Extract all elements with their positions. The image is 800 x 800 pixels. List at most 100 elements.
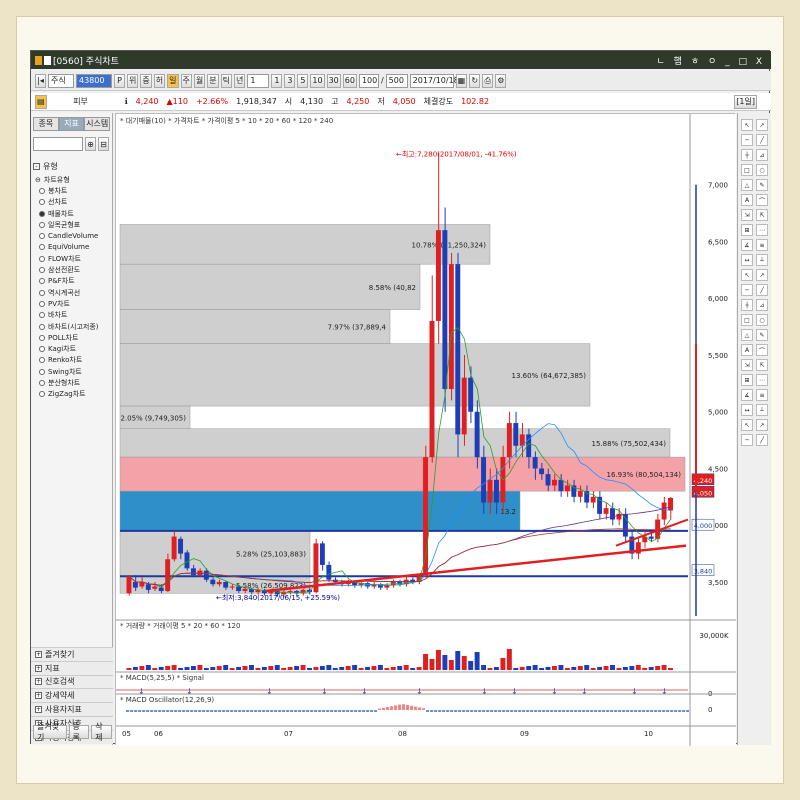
drawing-tool-icon[interactable]: ○ [756,314,768,326]
tree-group[interactable]: ⊖ 차트유형 [35,174,112,185]
expand-icon[interactable]: + [35,664,42,672]
chart-type-item[interactable]: 삼선전환도 [39,264,112,275]
expand-icon[interactable]: + [35,650,42,658]
drawing-tool-icon[interactable]: ⇲ [741,209,753,221]
drawing-tool-icon[interactable]: □ [741,164,753,176]
radio-icon[interactable] [39,267,45,274]
market-select[interactable]: 주식 [48,73,74,88]
stock-code-input[interactable]: 43800 [76,73,112,88]
tree-collapse-icon[interactable]: - [33,163,40,170]
search-button[interactable]: P [114,73,125,88]
chart-type-item[interactable]: 봉차트 [39,185,112,196]
radio-icon[interactable] [39,233,45,240]
drawing-tool-icon[interactable]: ↔ [741,404,753,416]
drawing-tool-icon[interactable]: ✎ [756,329,768,341]
drawing-tool-icon[interactable]: ↖ [741,269,753,281]
drawing-tool-icon[interactable]: ⋯ [756,374,768,386]
chart-type-item[interactable]: Kagi차트 [39,343,112,354]
week-button[interactable]: 주 [180,73,192,88]
radio-icon[interactable] [39,379,45,386]
price-chart[interactable]: 10.78% (51,250,324) 8.58% (40,82 7.97% (37… [116,114,736,746]
day-button[interactable]: 일 [167,73,179,88]
radio-icon[interactable] [39,244,45,251]
drawing-tool-icon[interactable]: ○ [756,164,768,176]
drawing-tool-icon[interactable]: ⇱ [756,209,768,221]
chart-type-item[interactable]: 일목균형표 [39,219,112,230]
chart-type-item[interactable]: PV차트 [39,298,112,309]
min-5-button[interactable]: 5 [297,73,309,88]
min-60-button[interactable]: 60 [342,73,357,88]
radio-icon[interactable] [39,187,45,194]
drawing-tool-icon[interactable]: ⇱ [756,359,768,371]
drawing-tool-icon[interactable]: ⊿ [756,299,768,311]
chart-type-item[interactable]: 역시계곡선 [39,287,112,298]
expand-icon[interactable]: + [35,706,42,714]
minute-button[interactable]: 분 [207,73,219,88]
calendar-icon[interactable]: ▦ [455,73,468,88]
indicator-group[interactable]: + 사용자지표 [31,702,113,716]
tab-system[interactable]: 시스템 [84,117,111,131]
indicator-group[interactable]: + 즐겨찾기 [31,647,113,661]
drawing-tool-icon[interactable]: ⌒ [756,194,768,206]
radio-icon[interactable] [39,278,45,285]
min-10-button[interactable]: 10 [310,73,325,88]
radio-icon[interactable] [39,357,45,364]
drawing-tool-icon[interactable]: ⊞ [741,374,753,386]
drawing-tool-icon[interactable]: ↗ [756,269,768,281]
drawing-tool-icon[interactable]: ≡ [756,389,768,401]
chart-type-item[interactable]: 선차트 [39,197,112,208]
drawing-tool-icon[interactable]: ╱ [756,284,768,296]
year-button[interactable]: 년 [234,73,246,88]
period-n-select[interactable]: 1 [247,73,270,88]
chart-area[interactable]: 10.78% (51,250,324) 8.58% (40,82 7.97% (37… [115,113,736,746]
drawing-tool-icon[interactable]: ≡ [756,239,768,251]
chart-type-item[interactable]: ZigZag차트 [39,389,112,400]
drawing-tool-icon[interactable]: ⟂ [756,404,768,416]
tab-stock[interactable]: 종목 [33,117,59,131]
indicator-search-input[interactable] [33,137,83,151]
drawing-tool-icon[interactable]: ⟂ [756,254,768,266]
expand-icon[interactable]: + [35,692,42,700]
date-input[interactable]: 2017/10/18 [409,73,459,88]
indicator-group[interactable]: + 지표 [31,660,113,675]
delete-button[interactable]: 삭제 [91,722,112,742]
chart-type-item[interactable]: 분산형차트 [39,377,112,388]
min-3-button[interactable]: 3 [284,73,296,88]
chart-type-item[interactable]: P&F차트 [39,276,112,287]
count-total[interactable]: 500 [385,73,408,88]
chart-type-item[interactable]: Renko차트 [39,355,112,366]
print-icon[interactable]: ⎙ [482,73,494,88]
drawing-tool-icon[interactable]: ⋯ [756,224,768,236]
drawing-tool-icon[interactable]: ╱ [756,134,768,146]
button-heo[interactable]: 허 [153,73,166,88]
radio-icon[interactable] [39,221,45,228]
drawing-tool-icon[interactable]: ⇲ [741,359,753,371]
market-select-icon[interactable]: |◂ [35,73,46,88]
radio-icon[interactable] [39,368,45,375]
radio-icon[interactable] [39,334,45,341]
count-input[interactable]: 100 [358,73,379,88]
min-30-button[interactable]: 30 [326,73,341,88]
chart-type-item[interactable]: 바차트(시고저종) [39,321,112,332]
drawing-tool-icon[interactable]: △ [741,179,753,191]
favorites-footer-tab[interactable]: 즐겨찾기 [33,722,67,742]
drawing-tool-icon[interactable]: ↗ [756,419,768,431]
drawing-tool-icon[interactable]: ─ [741,284,753,296]
drawing-tool-icon[interactable]: ┼ [741,149,753,161]
chart-type-item[interactable]: CandleVolume [39,230,112,241]
drawing-tool-icon[interactable]: ↗ [756,119,768,131]
period-end-button[interactable]: [1일] [734,94,757,109]
settings-icon[interactable]: ⚙ [495,73,507,88]
quote-menu-icon[interactable]: ▤ [35,94,47,109]
chart-type-item[interactable]: EquiVolume [39,242,112,253]
drawing-tool-icon[interactable]: ∡ [741,389,753,401]
drawing-tool-icon[interactable]: ↔ [741,254,753,266]
drawing-tool-icon[interactable]: ┼ [741,299,753,311]
drawing-tool-icon[interactable]: ─ [741,134,753,146]
drawing-tool-icon[interactable]: ∡ [741,239,753,251]
window-controls[interactable]: ㄴ 햄 ㅎ ㅇ _ □ X [657,54,765,67]
refresh-icon[interactable]: ↻ [469,73,481,88]
drawing-tool-icon[interactable]: A [741,344,753,356]
chart-type-item[interactable]: POLL차트 [39,332,112,343]
radio-icon[interactable] [39,391,45,398]
